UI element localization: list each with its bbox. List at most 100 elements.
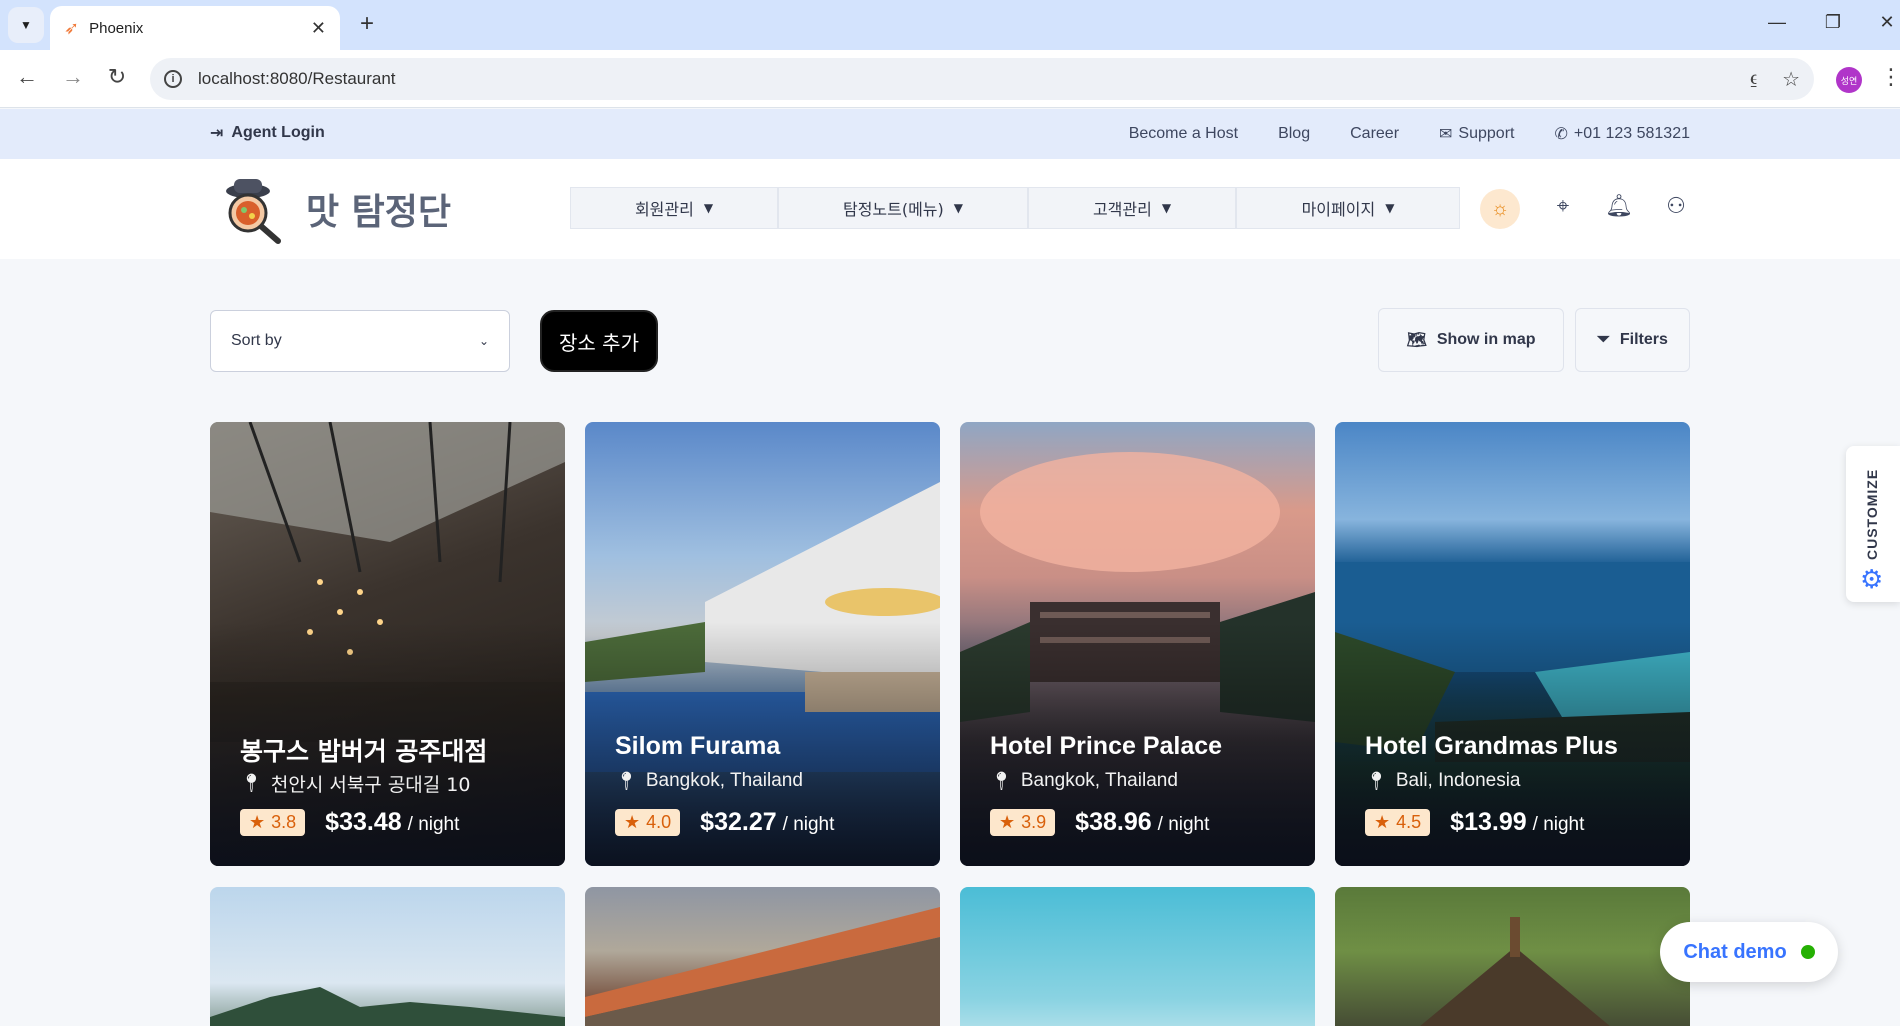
menu-label: 탐정노트(메뉴) [842,200,944,219]
menu-customer-management[interactable]: 고객관리 ▼ [1028,187,1236,229]
chevron-down-icon: ▼ [703,201,714,215]
browser-tab[interactable]: ➶ Phoenix ✕ [50,6,340,50]
add-place-button[interactable]: 장소 추가 [540,310,658,372]
top-info-bar: ⇥ Agent Login Become a Host Blog Career … [0,109,1900,159]
browser-tab-bar: ▼ ➶ Phoenix ✕ + — ❐ ✕ [0,0,1900,50]
show-in-map-button[interactable]: 🗺︎ Show in map [1378,308,1564,372]
card-title[interactable]: 봉구스 밥버거 공주대점 [240,732,487,768]
main-navbar: 맛 탐정단 회원관리 ▼ 탐정노트(메뉴) ▼ 고객관리 ▼ 마이페이지 ▼ ☼… [0,159,1900,259]
tab-search-button[interactable]: ▼ [8,7,44,43]
show-in-map-label: Show in map [1436,331,1536,348]
rating-value: 3.8 [271,812,297,832]
sun-icon[interactable]: ☼ [1480,189,1520,229]
career-link[interactable]: Career [1350,124,1399,144]
card-location: 📍︎ Bangkok, Thailand [990,770,1178,792]
price-unit: / night [782,814,835,835]
brand-title[interactable]: 맛 탐정단 [306,183,451,235]
mail-icon: ✉ [1439,126,1453,143]
forward-arrow-icon[interactable]: → [58,64,88,90]
customize-panel-toggle[interactable]: CUSTOMIZE ⚙ [1846,446,1900,602]
card-price-row: ★ 3.9 $38.96/ night [990,808,1209,837]
minimize-icon[interactable]: — [1762,12,1792,33]
support-link[interactable]: ✉ Support [1439,124,1514,144]
chevron-down-icon: ▼ [1161,201,1172,215]
chat-demo-button[interactable]: Chat demo [1660,922,1838,982]
card-price-row: ★ 3.8 $33.48/ night [240,808,459,837]
site-info-icon[interactable]: i [164,70,182,88]
card-location-text: Bangkok, Thailand [1020,770,1178,791]
card-title[interactable]: Hotel Prince Palace [990,732,1222,761]
chevron-down-icon: ▼ [1385,201,1395,215]
rating-badge: ★ 3.9 [990,809,1056,836]
agent-login-link[interactable]: ⇥ Agent Login [210,123,325,143]
listing-card-partial[interactable] [585,887,940,1026]
menu-detective-notes[interactable]: 탐정노트(메뉴) ▼ [778,187,1028,229]
card-shade [1335,422,1690,866]
user-icon[interactable]: ⚇ [1661,193,1691,219]
listing-card-partial[interactable] [960,887,1315,1026]
browser-menu-icon[interactable]: ⋮ [1880,64,1900,90]
chevron-down-icon: ⌄ [478,334,489,348]
listing-card-partial[interactable] [210,887,565,1026]
listing-card[interactable]: Hotel Grandmas Plus 📍︎ Bali, Indonesia ★… [1335,422,1690,866]
menu-my-page[interactable]: 마이페이지 ▼ [1236,187,1460,229]
card-title[interactable]: Silom Furama [615,732,780,761]
map-pin-icon: 📍︎ [1365,770,1388,791]
restore-icon[interactable]: ❐ [1818,12,1848,33]
reload-icon[interactable]: ↻ [102,64,132,90]
chat-demo-label: Chat demo [1683,940,1787,963]
star-icon: ★ [1374,812,1391,832]
price-unit: / night [407,814,460,835]
close-window-icon[interactable]: ✕ [1872,12,1900,33]
rating-badge: ★ 4.0 [615,809,681,836]
star-icon: ★ [249,812,266,832]
whatsapp-icon: ✆ [1554,126,1568,143]
new-tab-button[interactable]: + [352,10,382,38]
price-value: $38.96 [1075,808,1152,836]
url-text: localhost:8080/Restaurant [198,69,396,88]
rating-value: 3.9 [1021,812,1047,832]
translate-icon[interactable]: ⍷ [1748,67,1760,92]
rating-value: 4.0 [646,812,672,832]
agent-login-label: Agent Login [231,124,325,141]
bookmark-star-icon[interactable]: ☆ [1782,67,1800,92]
phone-label: +01 123 581321 [1573,125,1690,142]
price-unit: / night [1157,814,1210,835]
back-arrow-icon[interactable]: ← [12,64,42,90]
sort-by-select[interactable]: Sort by ⌄ [210,310,510,372]
map-icon: 🗺︎ [1406,332,1427,349]
url-input[interactable]: i localhost:8080/Restaurant ⍷ ☆ [150,58,1814,100]
card-location: 📍︎ Bali, Indonesia [1365,770,1521,792]
detective-logo-icon[interactable] [218,173,290,245]
chevron-down-icon: ▼ [953,201,964,215]
price-value: $33.48 [325,808,402,836]
support-label: Support [1458,125,1515,142]
map-pin-icon: 📍︎ [615,770,638,791]
price-value: $32.27 [700,808,777,836]
card-price: $32.27/ night [700,808,834,837]
become-host-link[interactable]: Become a Host [1129,124,1238,144]
close-tab-icon[interactable]: ✕ [311,18,326,39]
card-price: $38.96/ night [1075,808,1209,837]
card-shade [960,422,1315,866]
card-title[interactable]: Hotel Grandmas Plus [1365,732,1618,761]
location-pin-icon[interactable]: ⌖ [1548,193,1578,219]
price-unit: / night [1532,814,1585,835]
card-shade [585,422,940,866]
listing-photo [1420,917,1610,1026]
listing-card[interactable]: Silom Furama 📍︎ Bangkok, Thailand ★ 4.0 … [585,422,940,866]
menu-member-management[interactable]: 회원관리 ▼ [570,187,778,229]
profile-avatar[interactable]: 성연 [1836,67,1862,93]
rating-badge: ★ 3.8 [240,809,306,836]
card-price: $13.99/ night [1450,808,1584,837]
phone-link[interactable]: ✆ +01 123 581321 [1554,124,1690,144]
blog-link[interactable]: Blog [1278,124,1310,144]
filters-label: Filters [1619,331,1668,348]
filters-button[interactable]: ⏷ Filters [1575,308,1690,372]
online-status-dot [1800,945,1815,959]
listing-card[interactable]: 봉구스 밥버거 공주대점 📍︎ 천안시 서북구 공대길 10 ★ 3.8 $33… [210,422,565,866]
bell-icon[interactable]: 🔔︎ [1604,193,1634,219]
card-location-text: Bali, Indonesia [1395,770,1521,791]
listing-card-partial[interactable] [1335,887,1690,1026]
listing-card[interactable]: Hotel Prince Palace 📍︎ Bangkok, Thailand… [960,422,1315,866]
